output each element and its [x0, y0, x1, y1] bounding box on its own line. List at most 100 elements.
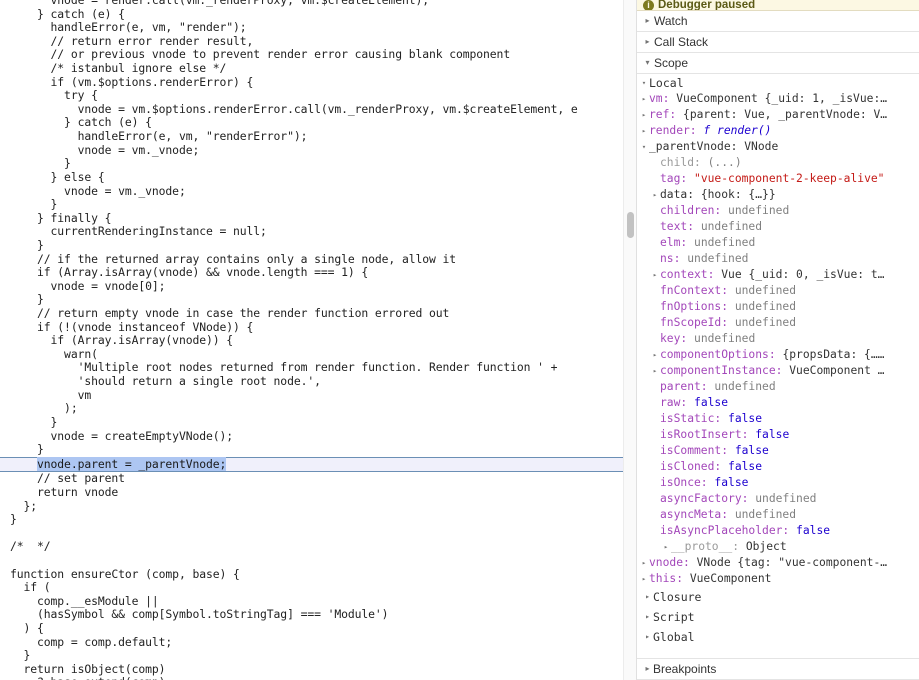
scope-row[interactable]: ▸ ref: {parent: Vue, _parentVnode: V…: [637, 107, 919, 123]
scope-local-root[interactable]: ▾ Local: [637, 75, 919, 91]
code-line[interactable]: } finally {: [0, 211, 624, 226]
scope-row[interactable]: ▸fnOptions: undefined: [637, 299, 919, 315]
code-line[interactable]: handleError(e, vm, "renderError");: [0, 129, 624, 144]
section-call-stack[interactable]: ▸ Call Stack: [637, 32, 919, 53]
scope-row[interactable]: ▸raw: false: [637, 395, 919, 411]
code-line[interactable]: vnode = vm.$options.renderError.call(vm.…: [0, 102, 624, 117]
scope-section-closure[interactable]: ▸ Closure: [637, 587, 919, 607]
code-line[interactable]: }: [0, 157, 624, 171]
scope-row[interactable]: ▸ data: {hook: {…}}: [637, 187, 919, 203]
scope-row[interactable]: ▸text: undefined: [637, 219, 919, 235]
section-breakpoints[interactable]: ▸ Breakpoints: [637, 658, 919, 680]
scope-row[interactable]: ▸isOnce: false: [637, 475, 919, 491]
scope-row[interactable]: ▸parent: undefined: [637, 379, 919, 395]
code-scrollbar-thumb[interactable]: [627, 212, 634, 238]
code-line[interactable]: 'Multiple root nodes returned from rende…: [0, 361, 624, 375]
scope-row[interactable]: ▸ vm: VueComponent {_uid: 1, _isVue:…: [637, 91, 919, 107]
chevron-right-icon[interactable]: ▸: [650, 267, 660, 283]
scope-row[interactable]: ▸ vnode: VNode {tag: "vue-component-…: [637, 555, 919, 571]
chevron-right-icon[interactable]: ▸: [639, 91, 649, 107]
code-line[interactable]: try {: [0, 89, 624, 103]
scope-row[interactable]: ▸elm: undefined: [637, 235, 919, 251]
chevron-right-icon[interactable]: ▸: [650, 347, 660, 363]
code-line[interactable]: // or previous vnode to prevent render e…: [0, 48, 624, 62]
chevron-right-icon[interactable]: ▸: [639, 123, 649, 139]
code-vertical-scrollbar[interactable]: [623, 0, 636, 680]
scope-row[interactable]: ▸tag: "vue-component-2-keep-alive": [637, 171, 919, 187]
scope-section-global[interactable]: ▸ Global: [637, 627, 919, 647]
code-line[interactable]: if (Array.isArray(vnode) && vnode.length…: [0, 266, 624, 280]
code-line[interactable]: ) {: [0, 621, 624, 636]
chevron-right-icon[interactable]: ▸: [650, 363, 660, 379]
code-line[interactable]: handleError(e, vm, "render");: [0, 21, 624, 35]
scope-section-script[interactable]: ▸ Script: [637, 607, 919, 627]
chevron-right-icon[interactable]: ▸: [661, 539, 671, 555]
code-line[interactable]: }: [0, 293, 624, 307]
code-line[interactable]: } catch (e) {: [0, 7, 624, 22]
code-line[interactable]: currentRenderingInstance = null;: [0, 225, 624, 239]
code-line[interactable]: }: [0, 238, 624, 253]
code-line[interactable]: vnode = vm._vnode;: [0, 143, 624, 158]
code-line[interactable]: }: [0, 513, 624, 527]
code-line[interactable]: } else {: [0, 170, 624, 185]
scope-row[interactable]: ▸ns: undefined: [637, 251, 919, 267]
scope-row[interactable]: ▸ context: Vue {_uid: 0, _isVue: t…: [637, 267, 919, 283]
code-line[interactable]: [0, 554, 624, 568]
scope-row[interactable]: ▸isRootInsert: false: [637, 427, 919, 443]
scope-row[interactable]: ▸asyncMeta: undefined: [637, 507, 919, 523]
code-line[interactable]: }: [0, 649, 624, 663]
code-line[interactable]: comp = comp.default;: [0, 635, 624, 650]
scope-row[interactable]: ▸ this: VueComponent: [637, 571, 919, 587]
chevron-right-icon[interactable]: ▸: [639, 555, 649, 571]
code-line-executing[interactable]: vnode.parent = _parentVnode;: [0, 456, 624, 473]
code-line[interactable]: vnode = vnode[0];: [0, 279, 624, 294]
code-line[interactable]: // return empty vnode in case the render…: [0, 306, 624, 321]
scope-row[interactable]: ▸ componentInstance: VueComponent …: [637, 363, 919, 379]
scope-row[interactable]: ▸ componentOptions: {propsData: {……: [637, 347, 919, 363]
code-line[interactable]: comp.__esModule ||: [0, 594, 624, 609]
scope-row[interactable]: ▸isAsyncPlaceholder: false: [637, 523, 919, 539]
code-line[interactable]: warn(: [0, 347, 624, 362]
source-code-panel[interactable]: vnode = render.call(vm._renderProxy, vm.…: [0, 0, 637, 680]
section-scope[interactable]: ▾ Scope: [637, 53, 919, 74]
chevron-down-icon[interactable]: ▾: [639, 139, 649, 155]
scope-row[interactable]: ▸fnContext: undefined: [637, 283, 919, 299]
code-line[interactable]: } catch (e) {: [0, 116, 624, 130]
code-line[interactable]: // set parent: [0, 472, 624, 486]
section-watch[interactable]: ▸ Watch: [637, 11, 919, 32]
code-line[interactable]: }: [0, 415, 624, 430]
code-line[interactable]: /* */: [0, 540, 624, 554]
code-line[interactable]: /* istanbul ignore else */: [0, 61, 624, 76]
scope-row[interactable]: ▸isCloned: false: [637, 459, 919, 475]
scope-row[interactable]: ▾ _parentVnode: VNode: [637, 139, 919, 155]
code-line[interactable]: 'should return a single root node.',: [0, 374, 624, 389]
code-line[interactable]: [0, 527, 624, 541]
code-line[interactable]: (hasSymbol && comp[Symbol.toStringTag] =…: [0, 608, 624, 622]
chevron-right-icon[interactable]: ▸: [639, 107, 649, 123]
chevron-right-icon[interactable]: ▸: [639, 571, 649, 587]
code-line[interactable]: vnode = vm._vnode;: [0, 184, 624, 199]
scope-row[interactable]: ▸isComment: false: [637, 443, 919, 459]
code-line[interactable]: ? base.extend(comp): [0, 676, 624, 680]
scope-row[interactable]: ▸fnScopeId: undefined: [637, 315, 919, 331]
scope-row[interactable]: ▸children: undefined: [637, 203, 919, 219]
code-line[interactable]: // return error render result,: [0, 34, 624, 49]
scope-row[interactable]: ▸child: (...): [637, 155, 919, 171]
code-line[interactable]: if (: [0, 581, 624, 595]
scope-row[interactable]: ▸ render: f render(): [637, 123, 919, 139]
code-line[interactable]: if (Array.isArray(vnode)) {: [0, 334, 624, 348]
code-line[interactable]: if (vm.$options.renderError) {: [0, 75, 624, 90]
scope-row[interactable]: ▸ __proto__: Object: [637, 539, 919, 555]
scope-row[interactable]: ▸asyncFactory: undefined: [637, 491, 919, 507]
code-line[interactable]: }: [0, 198, 624, 212]
code-line[interactable]: return isObject(comp): [0, 662, 624, 677]
code-line[interactable]: // if the returned array contains only a…: [0, 252, 624, 267]
chevron-right-icon[interactable]: ▸: [650, 187, 660, 203]
code-line[interactable]: };: [0, 499, 624, 514]
code-line[interactable]: return vnode: [0, 485, 624, 500]
scope-row[interactable]: ▸key: undefined: [637, 331, 919, 347]
scope-row[interactable]: ▸isStatic: false: [637, 411, 919, 427]
code-line[interactable]: vm: [0, 388, 624, 403]
code-line[interactable]: function ensureCtor (comp, base) {: [0, 567, 624, 582]
code-line[interactable]: }: [0, 442, 624, 457]
